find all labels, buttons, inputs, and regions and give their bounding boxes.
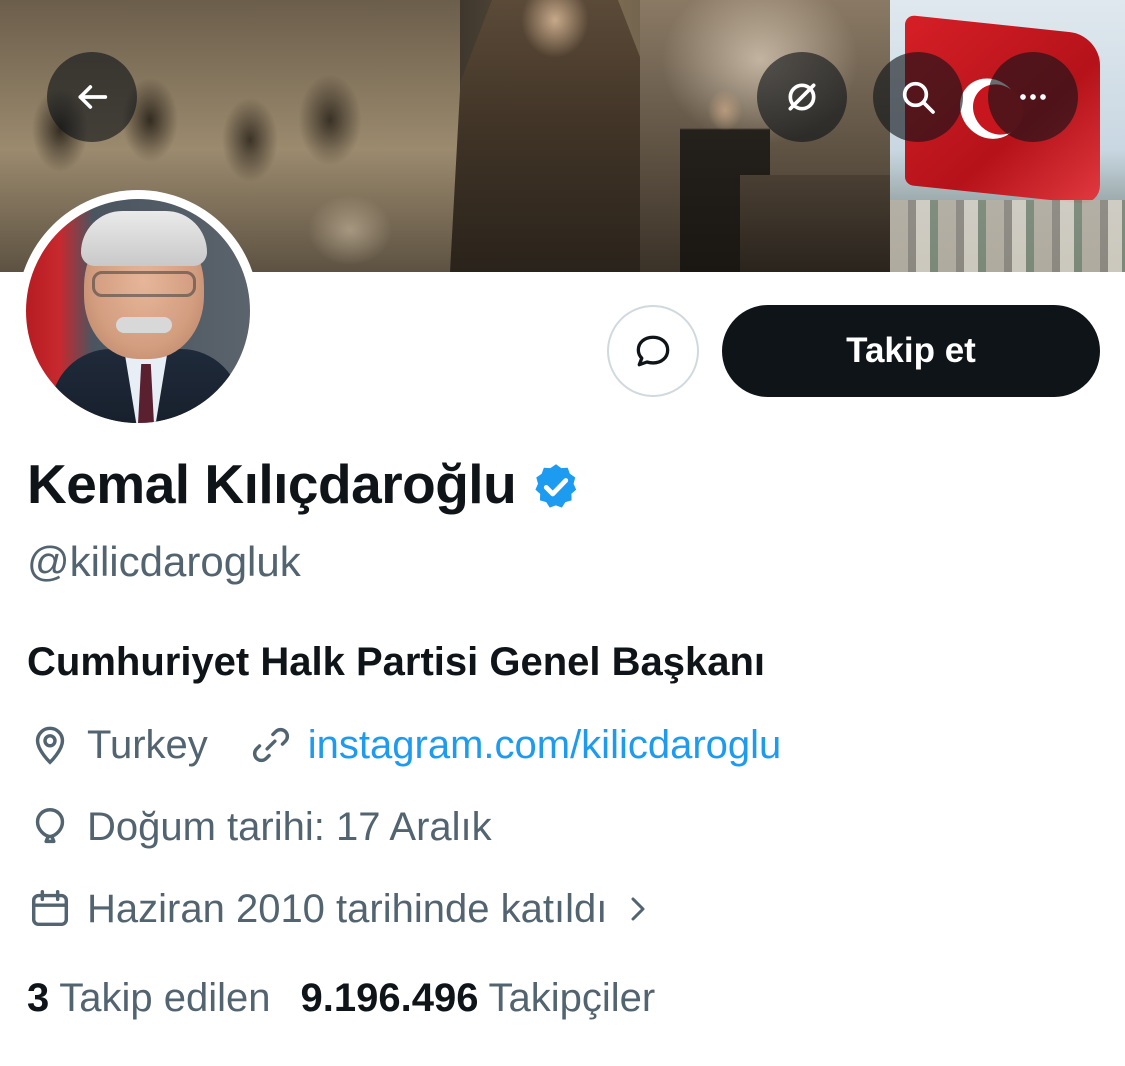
avatar-photo <box>26 199 250 423</box>
grok-icon <box>788 83 816 111</box>
back-button[interactable] <box>47 52 137 142</box>
search-icon <box>902 81 935 114</box>
avatar[interactable] <box>17 190 259 432</box>
banner-figure <box>450 0 660 272</box>
chevron-right-icon <box>631 897 645 921</box>
following-stat[interactable]: 3 Takip edilen <box>27 976 271 1021</box>
verified-badge-icon[interactable] <box>530 461 582 513</box>
profile-website-link[interactable]: instagram.com/kilicdaroglu <box>308 723 782 768</box>
birth-row: Doğum tarihi: 17 Aralık <box>27 804 492 850</box>
more-icon <box>1020 94 1046 100</box>
display-name: Kemal Kılıçdaroğlu <box>27 453 517 515</box>
profile-location: Turkey <box>87 722 208 767</box>
joined-row[interactable]: Haziran 2010 tarihinde katıldı <box>27 886 653 932</box>
calendar-icon <box>31 890 69 927</box>
link-icon <box>252 727 289 763</box>
following-label: Takip edilen <box>59 976 271 1020</box>
balloon-icon <box>35 808 65 844</box>
more-button[interactable] <box>988 52 1078 142</box>
banner-city <box>890 200 1125 272</box>
followers-label: Takipçiler <box>488 976 656 1020</box>
message-button[interactable] <box>607 305 699 397</box>
location-pin-icon <box>35 726 65 765</box>
grok-button[interactable] <box>757 52 847 142</box>
arrow-left-icon <box>78 85 108 109</box>
following-count: 3 <box>27 976 50 1020</box>
profile-bio: Cumhuriyet Halk Partisi Genel Başkanı <box>27 640 766 684</box>
search-button[interactable] <box>873 52 963 142</box>
followers-count: 9.196.496 <box>300 976 479 1020</box>
name-row: Kemal Kılıçdaroğlu <box>27 452 582 516</box>
banner-podium <box>740 175 890 272</box>
profile-handle: @kilicdarogluk <box>27 538 301 585</box>
profile-birth-date: Doğum tarihi: 17 Aralık <box>87 804 492 849</box>
message-icon <box>636 335 670 367</box>
profile-joined-date: Haziran 2010 tarihinde katıldı <box>87 886 608 931</box>
followers-stat[interactable]: 9.196.496 Takipçiler <box>301 976 656 1021</box>
follow-stats: 3 Takip edilen 9.196.496 Takipçiler <box>27 976 655 1021</box>
follow-button[interactable]: Takip et <box>722 305 1100 397</box>
location-website-row: Turkey instagram.com/kilicdaroglu <box>27 722 781 768</box>
